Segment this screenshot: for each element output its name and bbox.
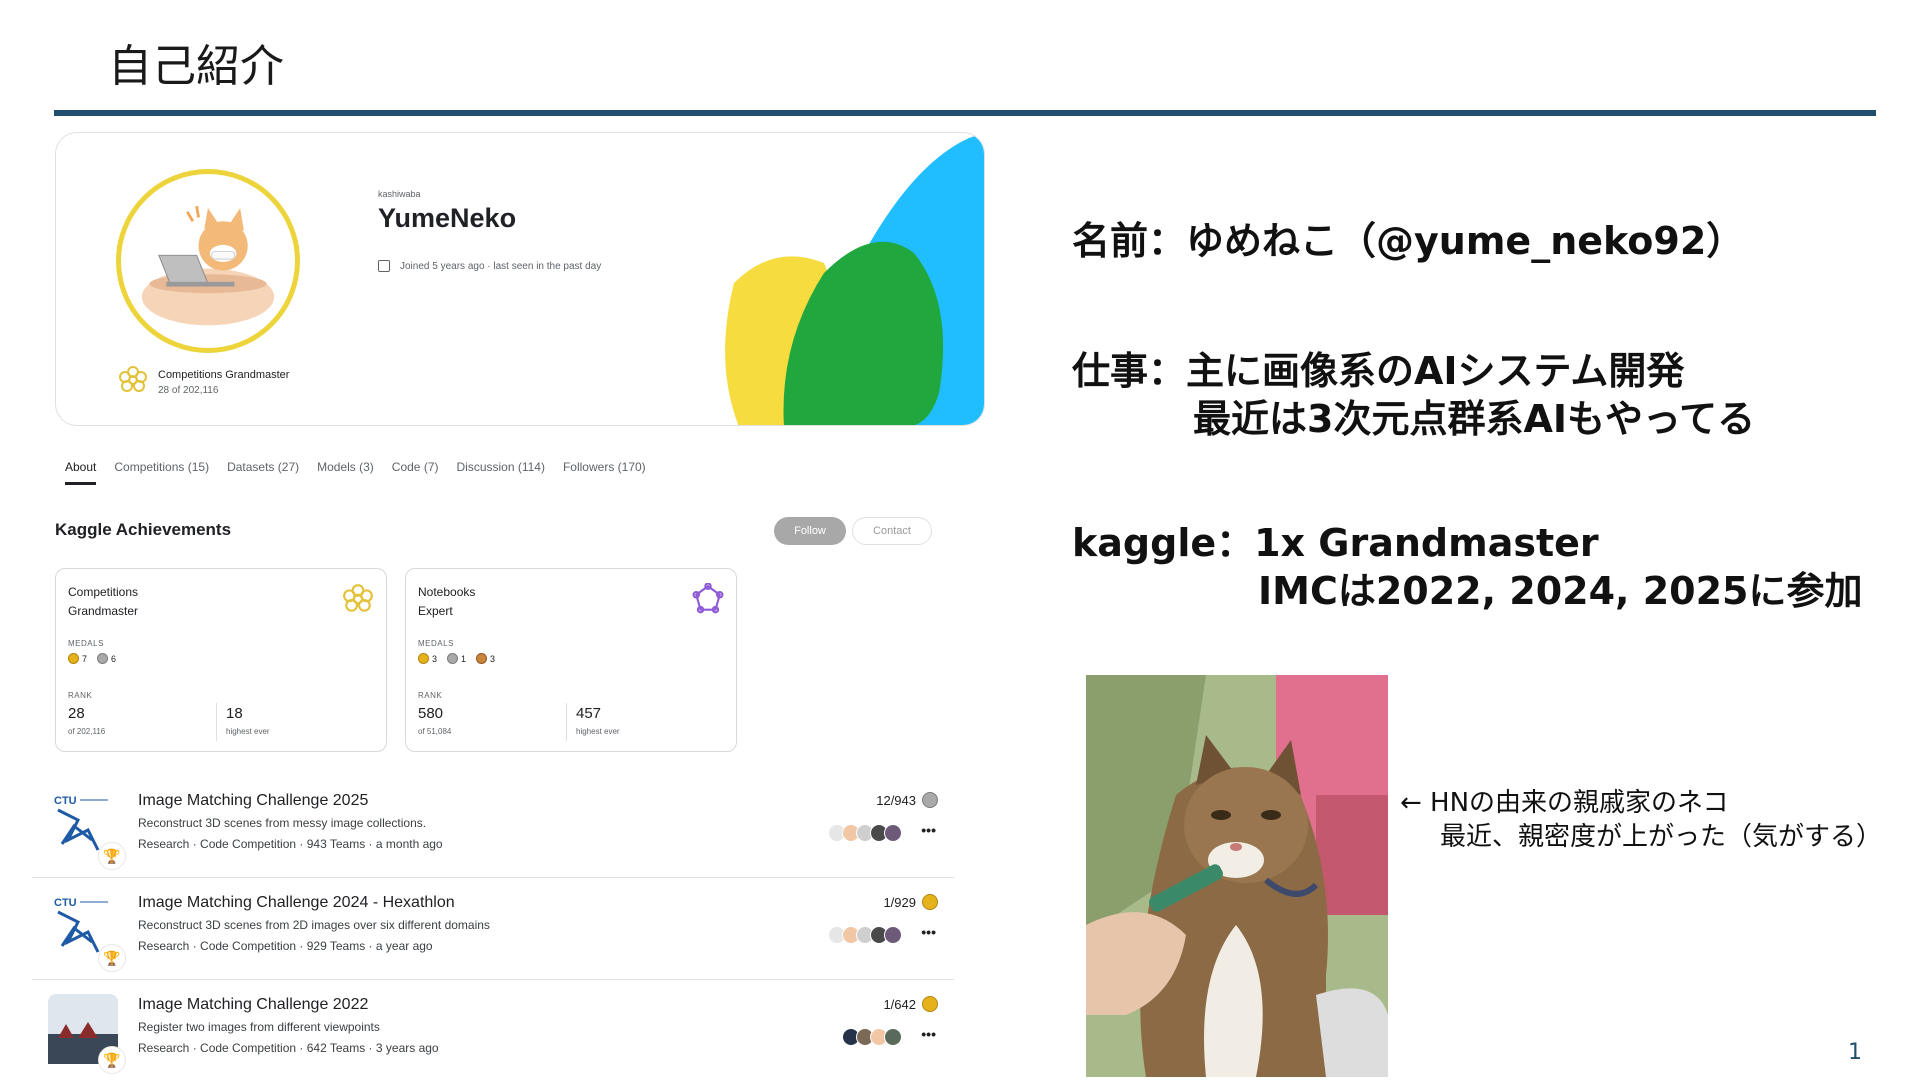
rank-divider [216, 703, 217, 741]
bronze-medal-icon [476, 653, 488, 664]
cat-avatar-icon [141, 205, 275, 326]
calendar-icon [378, 260, 390, 272]
competition-rank: 12/943 [876, 792, 938, 808]
achievement-card-notebooks[interactable]: Notebooks Expert MEDALS 3 1 3 RANK 580 o… [405, 568, 737, 752]
competition-description: Reconstruct 3D scenes from messy image c… [138, 816, 427, 830]
cat-caption-line1: ← HNの由来の親戚家のネコ [1400, 788, 1729, 818]
team-avatars [828, 926, 902, 944]
gold-medal-icon [68, 653, 79, 664]
team-avatar [884, 926, 902, 944]
achievement-card-competitions[interactable]: Competitions Grandmaster MEDALS 7 6 RANK… [55, 568, 387, 752]
tab-datasets[interactable]: Datasets (27) [227, 460, 299, 485]
silver-medal-icon [922, 792, 938, 808]
decorative-blob [725, 133, 984, 425]
tab-discussion[interactable]: Discussion (114) [456, 460, 544, 485]
team-avatar [884, 824, 902, 842]
more-options-icon[interactable]: ••• [921, 1026, 936, 1042]
team-avatars [842, 1028, 902, 1046]
username-handle: kashiwaba [378, 189, 421, 199]
svg-text:CTU: CTU [54, 897, 77, 909]
competition-meta: Research · Code Competition · 929 Teams … [138, 939, 433, 953]
medals-label: MEDALS [68, 639, 104, 648]
avatar [116, 169, 300, 353]
rank-total: of 51,084 [418, 727, 452, 736]
contact-button[interactable]: Contact [852, 517, 932, 545]
follow-button[interactable]: Follow [774, 517, 846, 545]
competition-title: Image Matching Challenge 2025 [138, 792, 369, 809]
cat-photo-image [1086, 675, 1388, 1077]
achievement-name: Notebooks Expert [418, 585, 476, 618]
competition-row[interactable]: CTU 🏆 Image Matching Challenge 2025 Reco… [32, 778, 954, 878]
competition-description: Register two images from different viewp… [138, 1020, 380, 1034]
tier-rank: 28 of 202,116 [158, 385, 219, 396]
rank-total: of 202,116 [68, 727, 106, 736]
competition-meta: Research · Code Competition · 642 Teams … [138, 1041, 439, 1055]
page-number: 1 [1848, 1040, 1862, 1065]
team-avatars [828, 824, 902, 842]
kaggle-profile-screenshot: Competitions Grandmaster 28 of 202,116 k… [30, 128, 990, 1078]
tab-about[interactable]: About [65, 460, 97, 485]
silver-medal-icon [97, 653, 109, 664]
rank-label: RANK [418, 691, 443, 700]
highest-rank: 18 [226, 705, 243, 722]
info-kaggle-line2: IMCは2022, 2024, 2025に参加 [1258, 569, 1863, 613]
more-options-icon[interactable]: ••• [921, 924, 936, 940]
svg-text:CTU: CTU [54, 795, 77, 807]
joined-text: Joined 5 years ago · last seen in the pa… [400, 260, 602, 272]
more-options-icon[interactable]: ••• [921, 822, 936, 838]
gold-medal-icon [922, 996, 938, 1012]
cat-caption: ← HNの由来の親戚家のネコ 最近、親密度が上がった（気がする） [1400, 786, 1882, 854]
highest-label: highest ever [226, 727, 270, 736]
competition-rank: 1/929 [883, 894, 938, 910]
tab-followers[interactable]: Followers (170) [563, 460, 646, 485]
cat-photo [1086, 675, 1388, 1077]
trophy-icon: 🏆 [98, 944, 126, 972]
tier-name: Competitions Grandmaster [158, 369, 290, 381]
current-rank: 28 [68, 705, 85, 722]
profile-tabs: About Competitions (15) Datasets (27) Mo… [65, 460, 664, 485]
competition-title: Image Matching Challenge 2024 - Hexathlo… [138, 894, 455, 911]
medal-counts: 7 6 [68, 653, 116, 664]
grandmaster-badge-icon [119, 366, 147, 392]
info-job-line1: 仕事：主に画像系のAIシステム開発 [1072, 349, 1685, 393]
competition-row[interactable]: CTU 🏆 Image Matching Challenge 2024 - He… [32, 880, 954, 980]
gold-medal-icon [418, 653, 429, 664]
tab-code[interactable]: Code (7) [392, 460, 439, 485]
display-name: YumeNeko [378, 203, 517, 233]
slide-title: 自己紹介 [108, 41, 284, 92]
title-divider [54, 110, 1876, 116]
profile-card: Competitions Grandmaster 28 of 202,116 k… [55, 132, 985, 426]
medal-counts: 3 1 3 [418, 653, 495, 664]
gold-medal-icon [922, 894, 938, 910]
trophy-icon: 🏆 [98, 1046, 126, 1074]
competition-rank: 1/642 [883, 996, 938, 1012]
rank-divider [566, 703, 567, 741]
competition-meta: Research · Code Competition · 943 Teams … [138, 837, 443, 851]
achievement-name: Competitions Grandmaster [68, 585, 139, 618]
info-name: 名前：ゆめねこ（@yume_neko92） [1072, 219, 1745, 263]
highest-label: highest ever [576, 727, 620, 736]
cat-caption-line2: 最近、親密度が上がった（気がする） [1440, 822, 1883, 852]
medals-label: MEDALS [418, 639, 454, 648]
silver-medal-icon [447, 653, 459, 664]
competition-description: Reconstruct 3D scenes from 2D images ove… [138, 918, 490, 932]
grandmaster-badge-icon [343, 584, 373, 612]
competition-title: Image Matching Challenge 2022 [138, 996, 369, 1013]
info-job-line2: 最近は3次元点群系AIもやってる [1193, 397, 1756, 441]
trophy-icon: 🏆 [98, 842, 126, 870]
expert-badge-icon [692, 583, 724, 614]
competition-row[interactable]: 🏆 Image Matching Challenge 2022 Register… [32, 982, 954, 1080]
achievements-title: Kaggle Achievements [55, 520, 232, 539]
joined-info: Joined 5 years ago · last seen in the pa… [378, 260, 601, 272]
highest-rank: 457 [576, 705, 602, 722]
tab-models[interactable]: Models (3) [317, 460, 374, 485]
team-avatar [884, 1028, 902, 1046]
current-rank: 580 [418, 705, 444, 722]
rank-label: RANK [68, 691, 93, 700]
tab-competitions[interactable]: Competitions (15) [114, 460, 209, 485]
info-kaggle-line1: kaggle：1x Grandmaster [1072, 521, 1599, 565]
